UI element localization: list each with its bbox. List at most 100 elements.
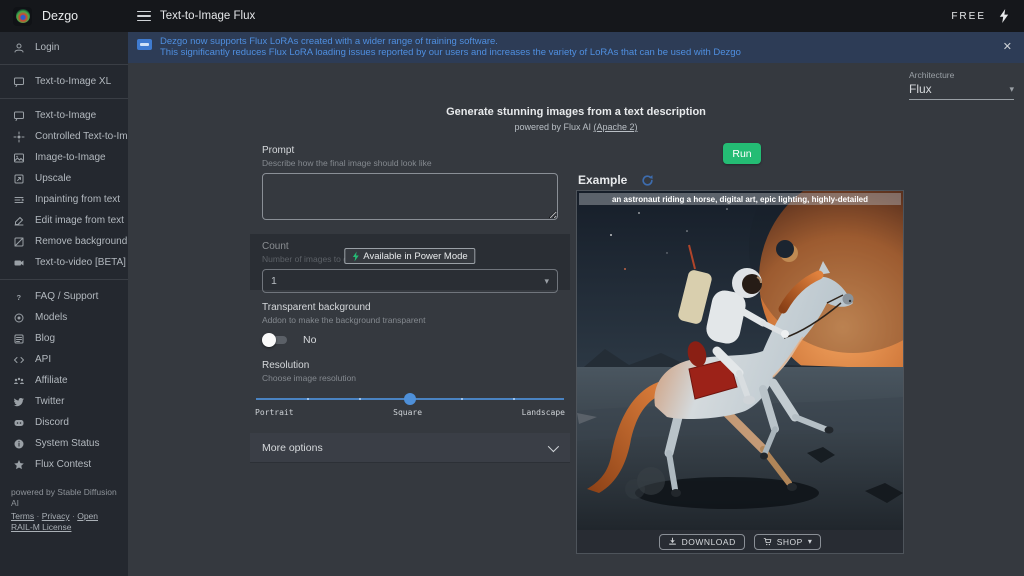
article-icon xyxy=(13,333,25,345)
user-icon xyxy=(13,42,25,54)
svg-text:?: ? xyxy=(17,293,22,302)
code-icon xyxy=(13,354,25,366)
landscape-label: Landscape xyxy=(522,408,565,417)
chevron-down-icon: ▾ xyxy=(544,276,549,287)
slider-thumb[interactable] xyxy=(404,393,416,405)
architecture-select[interactable]: Architecture Flux ▾ xyxy=(909,70,1014,100)
sidebar-item-controlled-text-to-image[interactable]: Controlled Text-to-Image xyxy=(0,126,128,147)
terms-link[interactable]: Terms xyxy=(11,511,34,521)
menu-icon[interactable] xyxy=(137,11,151,22)
powered-by: powered by Stable Diffusion AI xyxy=(11,487,118,509)
announcement-icon xyxy=(137,39,152,50)
dezgo-app: Dezgo Text-to-Image Flux FREE Login Text… xyxy=(0,0,1024,576)
divider xyxy=(0,98,128,99)
video-camera-icon xyxy=(13,257,25,269)
sidebar-item-api[interactable]: API xyxy=(0,349,128,370)
privacy-link[interactable]: Privacy xyxy=(42,511,70,521)
sidebar-item-affiliate[interactable]: Affiliate xyxy=(0,370,128,391)
announcement-banner: Dezgo now supports Flux LoRAs created wi… xyxy=(128,32,1024,63)
transparent-toggle[interactable] xyxy=(262,334,289,346)
prompt-input[interactable] xyxy=(262,173,558,220)
square-label: Square xyxy=(393,408,422,417)
info-icon xyxy=(13,438,25,450)
count-value: 1 xyxy=(271,275,277,287)
announcement-text: Dezgo now supports Flux LoRAs created wi… xyxy=(160,32,741,58)
download-icon xyxy=(668,537,677,546)
architecture-value: Flux xyxy=(909,82,932,96)
count-select[interactable]: 1 ▾ xyxy=(262,269,558,293)
run-button[interactable]: Run xyxy=(723,143,761,164)
discord-icon xyxy=(13,417,25,429)
example-image[interactable]: an astronaut riding a horse, digital art… xyxy=(577,191,903,530)
chat-image-icon xyxy=(13,76,25,88)
download-button[interactable]: DOWNLOAD xyxy=(659,534,745,550)
green-lightning-icon xyxy=(352,251,359,262)
main-content: Architecture Flux ▾ Generate stunning im… xyxy=(128,63,1024,576)
dezgo-logo-icon xyxy=(13,7,32,26)
hero-subtitle: powered by Flux AI (Apache 2) xyxy=(128,122,1024,132)
sidebar-item-system-status[interactable]: System Status xyxy=(0,433,128,454)
sidebar-item-edit-image-from-text[interactable]: Edit image from text xyxy=(0,210,128,231)
resolution-labels: Portrait Square Landscape xyxy=(255,408,565,417)
sidebar-item-text-to-image[interactable]: Text-to-Image xyxy=(0,105,128,126)
toggle-state: No xyxy=(303,334,316,346)
refresh-icon[interactable] xyxy=(641,174,654,187)
resolution-hint: Choose image resolution xyxy=(262,373,558,383)
sidebar-item-faq-support[interactable]: ? FAQ / Support xyxy=(0,286,128,307)
generation-form: Prompt Describe how the final image shou… xyxy=(250,141,570,463)
sidebar-item-models[interactable]: Models xyxy=(0,307,128,328)
image-icon xyxy=(13,152,25,164)
expand-icon xyxy=(13,173,25,185)
resolution-slider[interactable] xyxy=(256,393,564,405)
sidebar-item-discord[interactable]: Discord xyxy=(0,412,128,433)
transparent-background-group: Transparent background Addon to make the… xyxy=(250,290,570,346)
pencil-icon xyxy=(13,215,25,227)
group-icon xyxy=(13,375,25,387)
example-caption: an astronaut riding a horse, digital art… xyxy=(579,193,901,205)
lines-icon xyxy=(13,194,25,206)
sidebar-item-twitter[interactable]: Twitter xyxy=(0,391,128,412)
chat-image-icon xyxy=(13,110,25,122)
twitter-bird-icon xyxy=(13,396,25,408)
power-mode-badge: Available in Power Mode xyxy=(344,248,475,264)
prompt-hint: Describe how the final image should look… xyxy=(262,158,558,168)
example-header: Example xyxy=(578,173,654,187)
sidebar: Login Text-to-Image XL Text-to-Image Con… xyxy=(0,32,128,576)
sidebar-item-upscale[interactable]: Upscale xyxy=(0,168,128,189)
brand[interactable]: Dezgo xyxy=(0,7,128,26)
prompt-group: Prompt Describe how the final image shou… xyxy=(250,141,570,225)
model-hub-icon xyxy=(13,312,25,324)
cart-icon xyxy=(763,537,772,546)
chevron-down-icon xyxy=(548,440,559,451)
banner-close-icon[interactable]: ✕ xyxy=(1003,32,1024,53)
slashed-image-icon xyxy=(13,236,25,248)
sidebar-item-inpainting-from-text[interactable]: Inpainting from text xyxy=(0,189,128,210)
lightning-icon[interactable] xyxy=(999,9,1009,23)
example-actions: DOWNLOAD SHOP ▾ xyxy=(577,530,903,553)
chevron-down-icon: ▾ xyxy=(1009,84,1014,95)
sidebar-item-blog[interactable]: Blog xyxy=(0,328,128,349)
crosshair-icon xyxy=(13,131,25,143)
top-bar: Dezgo Text-to-Image Flux FREE xyxy=(0,0,1024,32)
apache2-link[interactable]: (Apache 2) xyxy=(594,122,638,132)
hero-title: Generate stunning images from a text des… xyxy=(128,106,1024,118)
sidebar-item-text-to-video[interactable]: Text-to-video [BETA] xyxy=(0,252,128,273)
portrait-label: Portrait xyxy=(255,408,294,417)
transparent-label: Transparent background xyxy=(262,302,558,313)
example-panel: an astronaut riding a horse, digital art… xyxy=(576,190,904,554)
shop-button[interactable]: SHOP ▾ xyxy=(754,534,822,550)
sidebar-item-login[interactable]: Login xyxy=(0,37,128,58)
sidebar-item-text-to-image-xl[interactable]: Text-to-Image XL xyxy=(0,71,128,92)
more-options-accordion[interactable]: More options xyxy=(250,433,570,463)
sidebar-item-image-to-image[interactable]: Image-to-Image xyxy=(0,147,128,168)
astronaut-horse-artwork xyxy=(577,191,903,530)
brand-name: Dezgo xyxy=(42,9,78,23)
transparent-hint: Addon to make the background transparent xyxy=(262,315,558,325)
sidebar-item-remove-background[interactable]: Remove background xyxy=(0,231,128,252)
star-icon xyxy=(13,459,25,471)
question-icon: ? xyxy=(13,291,25,303)
topbar-right: FREE xyxy=(951,9,1024,23)
sidebar-item-flux-contest[interactable]: Flux Contest xyxy=(0,454,128,475)
prompt-label: Prompt xyxy=(262,145,558,156)
count-group: Count Number of images to generate 1 ▾ A… xyxy=(250,234,570,290)
